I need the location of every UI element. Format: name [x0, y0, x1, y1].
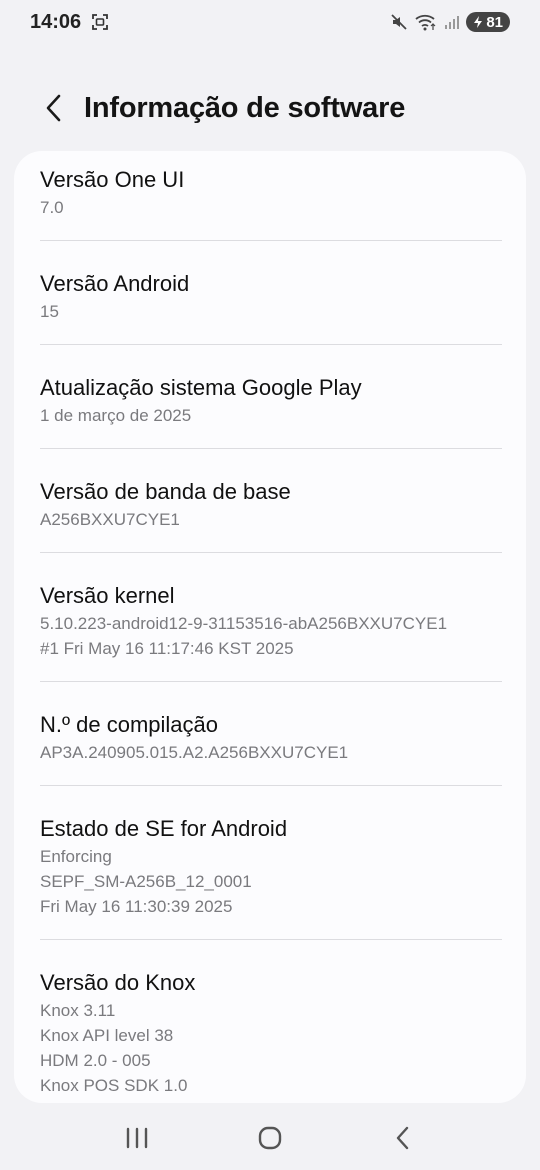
- recents-icon: [126, 1127, 147, 1148]
- item-value: Knox POS SDK 1.0: [40, 1076, 188, 1095]
- item-title: Versão de banda de base: [40, 479, 291, 504]
- software-info-card: Versão One UI 7.0 Versão Android 15 Atualiza…: [14, 151, 526, 1103]
- back-button[interactable]: [34, 88, 74, 128]
- list-item[interactable]: Versão de banda de base A256BXXU7CYE1: [14, 449, 526, 553]
- screenshot-icon: [91, 13, 109, 31]
- item-value: 7.0: [40, 198, 64, 217]
- status-right: 81: [390, 12, 510, 32]
- battery-icon: 81: [466, 12, 510, 32]
- item-value: 15: [40, 302, 59, 321]
- app-header: Informação de software: [0, 78, 540, 138]
- item-value: A256BXXU7CYE1: [40, 510, 180, 529]
- item-value: 1 de março de 2025: [40, 406, 192, 425]
- status-time: 14:06: [30, 10, 82, 33]
- list-item[interactable]: Versão One UI 7.0: [14, 151, 526, 241]
- item-title: Versão do Knox: [40, 970, 196, 995]
- wifi-icon: [414, 13, 438, 31]
- nav-back-button[interactable]: [373, 1113, 433, 1163]
- list-item-content: Estado de SE for Android Enforcing SEPF_SM…: [40, 786, 502, 940]
- status-left: 14:06: [30, 11, 109, 34]
- list-item-content: Versão de banda de base A256BXXU7CYE1: [40, 449, 502, 553]
- item-value: #1 Fri May 16 11:17:46 KST 2025: [40, 639, 294, 658]
- list-item[interactable]: Versão kernel 5.10.223-android12-9-311535…: [14, 553, 526, 682]
- item-title: Versão kernel: [40, 583, 175, 608]
- list-item[interactable]: Versão Android 15: [14, 241, 526, 345]
- item-title: Atualização sistema Google Play: [40, 375, 362, 400]
- list-item[interactable]: Versão do Knox Knox 3.11 Knox API level 38…: [14, 940, 526, 1103]
- item-value: Knox 3.11: [40, 1001, 116, 1020]
- recents-button[interactable]: [107, 1113, 167, 1163]
- item-value: Fri May 16 11:30:39 2025: [40, 897, 233, 916]
- item-title: Versão One UI: [40, 167, 185, 192]
- navigation-bar: [0, 1110, 540, 1165]
- signal-icon: [444, 14, 460, 30]
- item-value: Enforcing: [40, 847, 112, 866]
- list-item[interactable]: Atualização sistema Google Play 1 de març…: [14, 345, 526, 449]
- home-icon: [258, 1126, 282, 1149]
- home-button[interactable]: [240, 1113, 300, 1163]
- list-item-content: Versão One UI 7.0: [40, 151, 502, 241]
- list-item-content: Atualização sistema Google Play 1 de març…: [40, 345, 502, 449]
- list-item[interactable]: Estado de SE for Android Enforcing SEPF_SM…: [14, 786, 526, 940]
- item-value: AP3A.240905.015.A2.A256BXXU7CYE1: [40, 743, 349, 762]
- list-item-content: Versão do Knox Knox 3.11 Knox API level 38…: [40, 940, 502, 1103]
- item-title: N.º de compilação: [40, 712, 219, 737]
- back-icon: [397, 1126, 409, 1149]
- status-bar: 14:06 81: [0, 0, 540, 44]
- info-list: Versão One UI 7.0 Versão Android 15 Atualiza…: [14, 151, 526, 1103]
- list-item[interactable]: N.º de compilação AP3A.240905.015.A2.A256…: [14, 682, 526, 786]
- item-value: HDM 2.0 - 005: [40, 1051, 151, 1070]
- list-item-content: Versão kernel 5.10.223-android12-9-311535…: [40, 553, 502, 682]
- item-value: Knox API level 38: [40, 1026, 174, 1045]
- battery-level: 81: [486, 13, 503, 31]
- item-value: SEPF_SM-A256B_12_0001: [40, 872, 252, 891]
- back-arrow-icon: [46, 94, 61, 122]
- list-item-content: Versão Android 15: [40, 241, 502, 345]
- mute-icon: [390, 13, 408, 31]
- item-value: 5.10.223-android12-9-31153516-abA256BXXU…: [40, 614, 448, 633]
- page-title: Informação de software: [84, 91, 406, 124]
- item-title: Versão Android: [40, 271, 190, 296]
- item-title: Estado de SE for Android: [40, 816, 288, 841]
- list-item-content: N.º de compilação AP3A.240905.015.A2.A256…: [40, 682, 502, 786]
